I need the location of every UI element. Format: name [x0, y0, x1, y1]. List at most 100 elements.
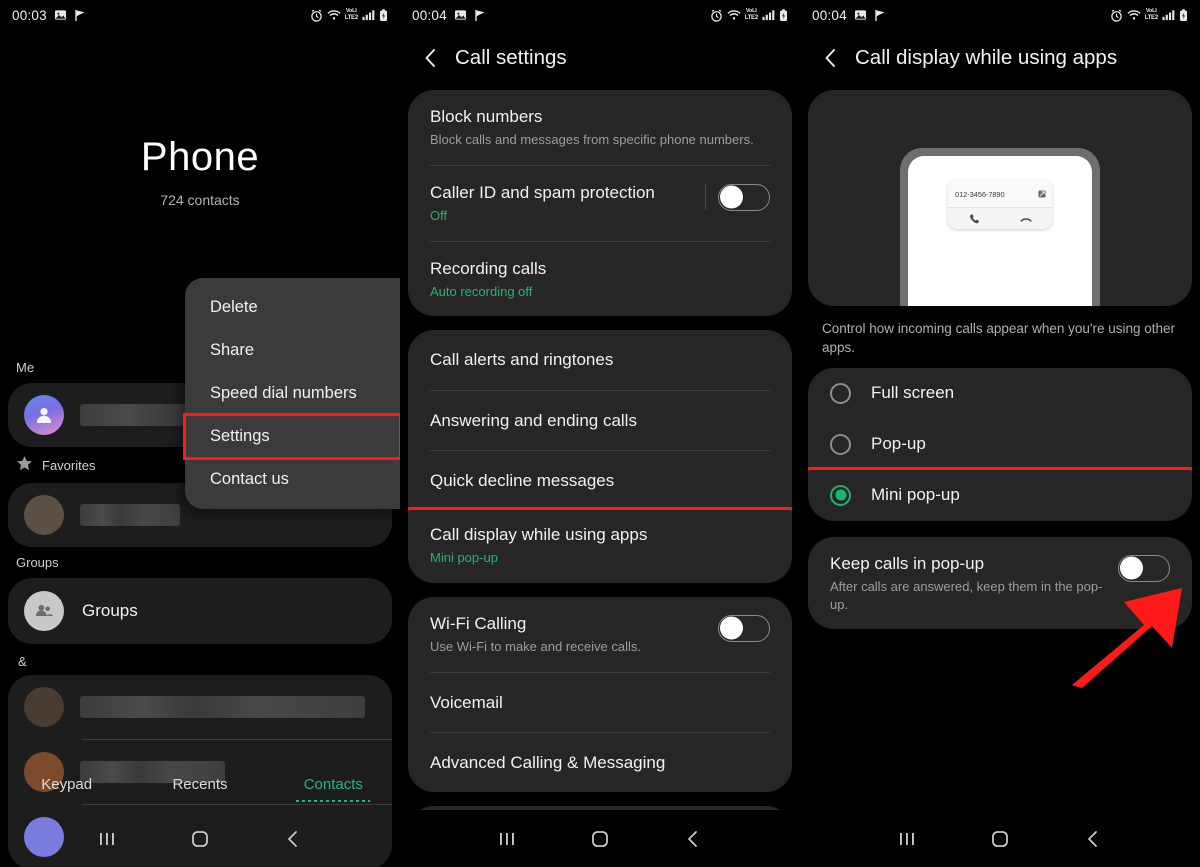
- settings-card: Block numbers Block calls and messages f…: [408, 90, 792, 317]
- call-display-options-card: Full screen Pop-up Mini pop-up: [808, 367, 1192, 521]
- menu-item-delete[interactable]: Delete: [185, 286, 400, 329]
- option-label: Full screen: [871, 383, 955, 403]
- setting-row-keep-calls-in-popup[interactable]: Keep calls in pop-up After calls are ans…: [808, 537, 1192, 629]
- phone-mockup: 012-3456-7890: [900, 148, 1100, 306]
- setting-row-recording-calls[interactable]: Recording calls Auto recording off: [408, 242, 792, 317]
- back-nav-icon[interactable]: [1071, 817, 1115, 861]
- page-title: Phone: [140, 135, 260, 179]
- back-nav-icon[interactable]: [671, 817, 715, 861]
- radio-icon[interactable]: [830, 382, 851, 404]
- panel-call-settings: 00:04 VoLI LTE2 Call settings Block numb…: [400, 0, 800, 867]
- status-time: 00:04: [812, 7, 847, 23]
- setting-row-answering-ending[interactable]: Answering and ending calls: [408, 391, 792, 450]
- battery-icon: [779, 8, 788, 22]
- option-label: Pop-up: [871, 434, 926, 454]
- menu-item-speed-dial-numbers[interactable]: Speed dial numbers: [185, 372, 400, 415]
- status-time: 00:04: [412, 7, 447, 23]
- setting-row-wifi-calling[interactable]: Wi-Fi Calling Use Wi-Fi to make and rece…: [408, 597, 792, 672]
- call-display-illustration: 012-3456-7890: [808, 90, 1192, 306]
- battery-icon: [379, 8, 388, 22]
- recents-nav-icon[interactable]: [485, 817, 529, 861]
- status-time: 00:03: [12, 7, 47, 23]
- tab-keypad[interactable]: Keypad: [0, 776, 133, 793]
- status-bar: 00:03 VoLI LTE2: [0, 0, 400, 30]
- signal-icon: [762, 9, 775, 21]
- panel-call-display-while-using-apps: 00:04 VoLI LTE2 Call display while using…: [800, 0, 1200, 867]
- setting-row-call-alerts[interactable]: Call alerts and ringtones: [408, 330, 792, 389]
- back-nav-icon[interactable]: [271, 817, 315, 861]
- avatar: [24, 495, 64, 535]
- recents-nav-icon[interactable]: [885, 817, 929, 861]
- contacts-count: 724 contacts: [160, 192, 240, 208]
- row-subtitle: Use Wi-Fi to make and receive calls.: [430, 639, 641, 655]
- menu-item-settings[interactable]: Settings: [183, 413, 400, 460]
- groups-item[interactable]: Groups: [8, 578, 392, 644]
- row-title: Block numbers: [430, 107, 543, 126]
- row-subtitle: Mini pop-up: [430, 550, 498, 566]
- option-mini-pop-up[interactable]: Mini pop-up: [808, 466, 1192, 521]
- setting-row-block-numbers[interactable]: Block numbers Block calls and messages f…: [408, 90, 792, 165]
- menu-item-share[interactable]: Share: [185, 329, 400, 372]
- option-pop-up[interactable]: Pop-up: [808, 419, 1192, 470]
- contact-name-redacted: [80, 696, 365, 718]
- row-subtitle: Block calls and messages from specific p…: [430, 132, 754, 148]
- tab-recents[interactable]: Recents: [133, 776, 266, 793]
- contact-row[interactable]: [8, 675, 392, 739]
- groups-item-label: Groups: [82, 601, 138, 620]
- caller-id-toggle[interactable]: [718, 183, 770, 211]
- setting-row-caller-id[interactable]: Caller ID and spam protection Off: [408, 166, 792, 241]
- system-nav-bar: [0, 810, 400, 867]
- gallery-icon: [854, 9, 867, 21]
- row-title: Quick decline messages: [430, 470, 615, 490]
- page-header: Call settings: [400, 30, 800, 90]
- avatar: [24, 687, 64, 727]
- tab-contacts[interactable]: Contacts: [267, 776, 400, 793]
- settings-card: Call alerts and ringtones Answering and …: [408, 330, 792, 583]
- section-label-ampersand: &: [18, 654, 27, 669]
- volte-icon: VoLI LTE2: [1144, 8, 1159, 21]
- row-subtitle: After calls are answered, keep them in t…: [830, 579, 1103, 612]
- back-icon[interactable]: [822, 47, 839, 69]
- incoming-number: 012-3456-7890: [955, 189, 1005, 199]
- back-icon[interactable]: [422, 47, 439, 69]
- avatar: [24, 395, 64, 435]
- gallery-icon: [54, 9, 67, 21]
- gallery-icon: [454, 9, 467, 21]
- home-nav-icon[interactable]: [178, 817, 222, 861]
- keep-calls-in-popup-toggle[interactable]: [1118, 554, 1170, 582]
- three-panel-screenshot: 00:03 VoLI LTE2 Phone 724 contacts Me Fa…: [0, 0, 1200, 867]
- groups-card[interactable]: Groups: [8, 578, 392, 644]
- option-label: Mini pop-up: [871, 485, 960, 505]
- row-subtitle: Auto recording off: [430, 283, 533, 299]
- section-label-groups: Groups: [0, 547, 400, 578]
- radio-icon-selected[interactable]: [830, 484, 851, 506]
- row-title: Voicemail: [430, 692, 503, 712]
- recents-nav-icon[interactable]: [85, 817, 129, 861]
- accept-call-icon: [948, 208, 1000, 229]
- setting-row-quick-decline[interactable]: Quick decline messages: [408, 451, 792, 510]
- option-full-screen[interactable]: Full screen: [808, 368, 1192, 419]
- row-title: Answering and ending calls: [430, 410, 637, 430]
- contact-name-redacted: [80, 504, 180, 526]
- row-title: Wi-Fi Calling: [430, 613, 527, 633]
- settings-card: Wi-Fi Calling Use Wi-Fi to make and rece…: [408, 596, 792, 793]
- wifi-calling-toggle[interactable]: [718, 614, 770, 642]
- home-nav-icon[interactable]: [578, 817, 622, 861]
- expand-icon: [1038, 185, 1046, 203]
- alarm-icon: [1110, 9, 1123, 22]
- page-header: Call display while using apps: [800, 30, 1200, 90]
- toggle-separator: [705, 184, 706, 211]
- home-nav-icon[interactable]: [978, 817, 1022, 861]
- page-description: Control how incoming calls appear when y…: [822, 321, 1176, 355]
- row-title: Recording calls: [430, 258, 547, 278]
- overflow-context-menu[interactable]: Delete Share Speed dial numbers Settings…: [183, 278, 400, 509]
- section-groups-text: Groups: [16, 555, 59, 570]
- status-bar: 00:04 VoLI LTE2: [800, 0, 1200, 30]
- menu-item-contact-us[interactable]: Contact us: [185, 458, 400, 501]
- setting-row-voicemail[interactable]: Voicemail: [408, 673, 792, 732]
- setting-row-call-display-while-using-apps[interactable]: Call display while using apps Mini pop-u…: [408, 507, 792, 583]
- setting-row-advanced-calling[interactable]: Advanced Calling & Messaging: [408, 733, 792, 792]
- mini-popup-preview: 012-3456-7890: [948, 180, 1052, 229]
- radio-icon[interactable]: [830, 433, 851, 455]
- page-title: Call display while using apps: [855, 46, 1118, 69]
